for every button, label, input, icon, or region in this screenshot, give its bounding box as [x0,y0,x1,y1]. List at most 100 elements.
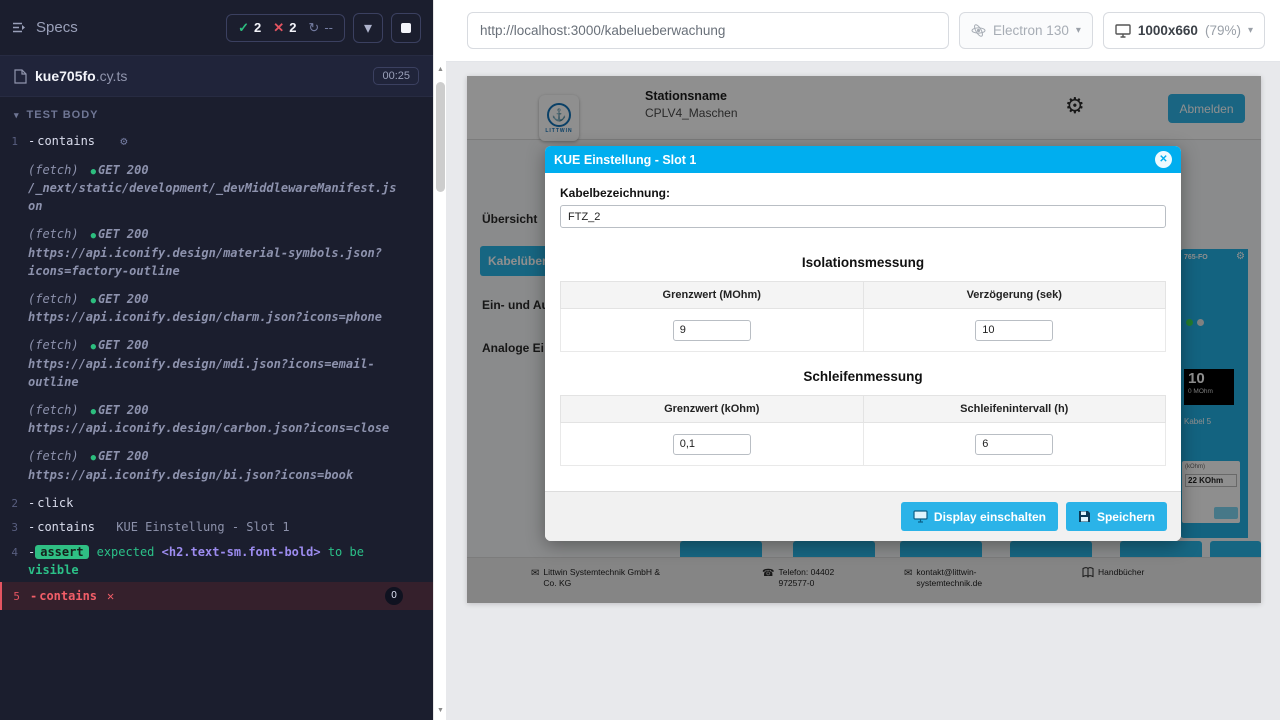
column-header: Grenzwert (MOhm) [561,282,864,309]
fetch-url: https://api.iconify.design/material-symb… [28,244,403,280]
status-dot-icon: ● [91,407,96,417]
spec-name: kue705fo [35,68,96,84]
fetch-status: GET 200 [98,449,149,463]
save-button[interactable]: Speichern [1066,502,1167,531]
command-contains-1[interactable]: 1 contains ⚙ [0,129,433,154]
iso-limit-input[interactable] [673,320,751,341]
fetch-log-row[interactable]: (fetch)●GET 200 https://api.iconify.desi… [0,333,433,394]
command-contains-failed[interactable]: 5 contains ✕ 0 [0,582,433,611]
scrollbar-thumb[interactable] [436,82,445,192]
runner-main: Electron 130 ▾ 1000x660 (79%) ▾ ⚓ LITTWI… [446,0,1280,720]
fetch-url: https://api.iconify.design/bi.json?icons… [28,466,403,484]
fetch-label: (fetch) [28,403,79,417]
viewport-monitor-icon [1115,24,1131,38]
fetch-label: (fetch) [28,227,79,241]
fetch-url: https://api.iconify.design/mdi.json?icon… [28,355,403,391]
specs-icon [12,21,28,34]
close-icon: ✕ [1159,154,1167,165]
command-contains-2[interactable]: 3 contains KUE Einstellung - Slot 1 [0,515,433,540]
fetch-log-row[interactable]: (fetch)●GET 200 /_next/static/developmen… [0,158,433,219]
pending-count: ↻ -- [308,20,333,36]
column-header: Verzögerung (sek) [863,282,1166,309]
stop-run-button[interactable] [391,13,421,43]
assert-badge: assert [35,545,88,559]
column-header: Grenzwert (kOhm) [561,396,864,423]
collapse-all-button[interactable]: ▾ [353,13,383,43]
cypress-reporter: Specs ✓ 2 ✕ 2 ↻ -- ▾ [0,0,433,720]
url-input[interactable] [467,12,949,49]
fetch-label: (fetch) [28,292,79,306]
cable-name-input[interactable] [560,205,1166,228]
loop-interval-input[interactable] [975,434,1053,455]
fetch-url: /_next/static/development/_devMiddleware… [28,179,403,215]
command-number: 4 [0,543,28,579]
cross-icon: ✕ [273,20,284,36]
iso-delay-input[interactable] [975,320,1053,341]
command-assert[interactable]: 4 -assertexpected <h2.text-sm.font-bold>… [0,540,433,582]
fetch-log-row[interactable]: (fetch)●GET 200 https://api.iconify.desi… [0,222,433,283]
command-method: contains [28,134,95,148]
chevron-down-icon: ▾ [14,110,20,121]
command-number: 1 [0,132,28,151]
modal-footer: Display einschalten Speichern [545,491,1181,541]
test-body-toggle[interactable]: ▾ TEST BODY [0,97,433,129]
fetch-label: (fetch) [28,449,79,463]
status-dot-icon: ● [91,167,96,177]
viewport-size: 1000x660 [1138,23,1198,38]
reporter-scrollbar[interactable]: ▲ ▼ [433,0,446,720]
fetch-label: (fetch) [28,163,79,177]
viewport-select[interactable]: 1000x660 (79%) ▾ [1103,12,1265,49]
spec-duration: 00:25 [373,67,419,85]
command-method: contains [30,587,97,605]
error-icon: ✕ [107,587,114,605]
loop-limit-input[interactable] [673,434,751,455]
test-stats: ✓ 2 ✕ 2 ↻ -- [226,14,345,42]
assert-text: visible [28,563,79,577]
refresh-icon: ↻ [308,20,319,36]
command-count-badge: 0 [385,587,403,605]
command-number: 3 [0,518,28,537]
runner-toolbar: Electron 130 ▾ 1000x660 (79%) ▾ [446,0,1280,62]
passed-count: ✓ 2 [238,20,261,36]
kue-settings-modal: KUE Einstellung - Slot 1 ✕ Kabelbezeichn… [545,146,1181,541]
modal-title: KUE Einstellung - Slot 1 [554,153,696,167]
fetch-log-row[interactable]: (fetch) ●GET 200 https://api.iconify.desi… [0,444,433,487]
browser-select[interactable]: Electron 130 ▾ [959,12,1093,49]
loop-table: Grenzwert (kOhm) Schleifenintervall (h) [560,395,1166,466]
assert-text: expected [97,545,155,559]
loop-section-heading: Schleifenmessung [560,369,1166,384]
assert-subject: <h2.text-sm.font-bold> [162,545,321,559]
test-body-label: TEST BODY [27,109,99,121]
column-header: Schleifenintervall (h) [863,396,1166,423]
fetch-label: (fetch) [28,338,79,352]
spec-row[interactable]: kue705fo.cy.ts 00:25 [0,56,433,97]
failed-count: ✕ 2 [273,20,296,36]
fetch-url: https://api.iconify.design/carbon.json?i… [28,419,403,437]
gear-icon: ⚙ [120,134,127,148]
status-dot-icon: ● [91,342,96,352]
isolation-section-heading: Isolationsmessung [560,255,1166,270]
modal-header: KUE Einstellung - Slot 1 ✕ [545,146,1181,173]
display-on-button[interactable]: Display einschalten [901,502,1058,531]
status-dot-icon: ● [91,296,96,306]
fetch-status: GET 200 [98,292,149,306]
monitor-icon [913,510,928,523]
command-message: KUE Einstellung - Slot 1 [116,520,289,534]
specs-label: Specs [36,19,78,36]
command-log: 1 contains ⚙ (fetch)●GET 200 /_next/stat… [0,129,433,610]
spec-file-icon [14,69,27,84]
specs-button[interactable]: Specs [12,19,78,36]
chevron-down-icon: ▾ [364,18,372,38]
status-dot-icon: ● [91,231,96,241]
check-icon: ✓ [238,20,249,36]
stop-icon [401,23,411,33]
command-number: 5 [2,587,30,606]
close-button[interactable]: ✕ [1155,151,1172,168]
command-click[interactable]: 2 click [0,491,433,516]
fetch-log-row[interactable]: (fetch)●GET 200 https://api.iconify.desi… [0,398,433,441]
chevron-down-icon: ▾ [1248,25,1253,36]
spec-extension: .cy.ts [96,68,128,84]
fetch-log-row[interactable]: (fetch)●GET 200 https://api.iconify.desi… [0,287,433,330]
viewport-zoom: (79%) [1205,23,1241,38]
status-dot-icon: ● [91,453,96,463]
